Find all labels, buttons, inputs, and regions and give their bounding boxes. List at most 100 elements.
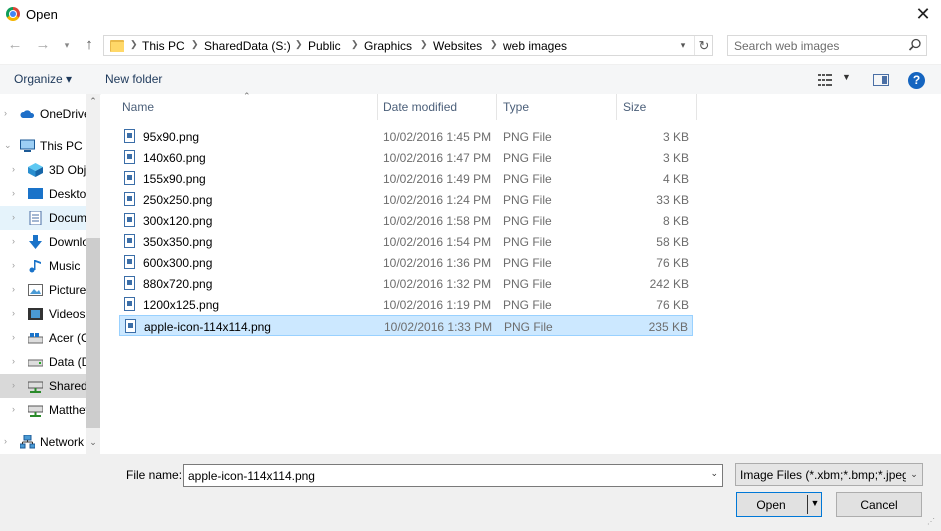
file-type: PNG File bbox=[503, 172, 552, 186]
address-bar[interactable]: ❯ This PC ❯ SharedData (S:) ❯ Public ❯ G… bbox=[103, 35, 713, 56]
breadcrumb-separator-icon[interactable]: ❯ bbox=[191, 39, 199, 50]
open-button[interactable]: Open ▼ bbox=[736, 492, 822, 517]
file-size: 33 KB bbox=[656, 193, 689, 207]
nav-item-acer-c[interactable]: › Acer (C:) bbox=[0, 326, 86, 350]
filter-chevron-icon[interactable]: ⌄ bbox=[906, 464, 922, 485]
expand-chevron-icon[interactable]: › bbox=[4, 108, 7, 118]
videos-icon bbox=[28, 308, 43, 320]
breadcrumb-websites[interactable]: Websites bbox=[433, 39, 482, 53]
resize-grip-icon[interactable]: ⋰ bbox=[927, 517, 939, 529]
computer-icon bbox=[20, 139, 35, 152]
nav-item-matthew[interactable]: › Matthew bbox=[0, 398, 86, 422]
nav-item-pictures[interactable]: › Pictures bbox=[0, 278, 86, 302]
nav-label: Matthew bbox=[49, 403, 86, 417]
breadcrumb-graphics[interactable]: Graphics bbox=[364, 39, 412, 53]
expand-chevron-icon[interactable]: › bbox=[12, 260, 15, 270]
scroll-up-chevron-icon[interactable]: ⌃ bbox=[86, 96, 100, 110]
expand-chevron-icon[interactable]: › bbox=[12, 380, 15, 390]
breadcrumb-shareddata[interactable]: SharedData (S:) bbox=[204, 39, 291, 53]
nav-item-shareddata-s[interactable]: › SharedData (S:) bbox=[0, 374, 86, 398]
change-view-icon[interactable] bbox=[818, 74, 832, 86]
close-button[interactable]: ✕ bbox=[905, 0, 941, 28]
expand-chevron-icon[interactable]: › bbox=[12, 284, 15, 294]
navigation-scrollbar-thumb[interactable] bbox=[86, 238, 100, 428]
nav-label: Network bbox=[40, 435, 85, 449]
nav-item-this-pc[interactable]: ⌄ This PC bbox=[0, 134, 86, 158]
nav-item-documents[interactable]: › Documents bbox=[0, 206, 86, 230]
search-box[interactable] bbox=[727, 35, 927, 56]
column-header-size[interactable]: Size bbox=[617, 94, 697, 120]
file-row[interactable]: 880x720.png 10/02/2016 1:32 PM PNG File … bbox=[119, 273, 693, 294]
collapse-chevron-icon[interactable]: ⌄ bbox=[4, 140, 12, 151]
file-row[interactable]: 140x60.png 10/02/2016 1:47 PM PNG File 3… bbox=[119, 147, 693, 168]
file-name-input[interactable] bbox=[188, 468, 698, 483]
nav-item-videos[interactable]: › Videos bbox=[0, 302, 86, 326]
breadcrumb-web-images[interactable]: web images bbox=[503, 39, 567, 53]
file-name-history-chevron-icon[interactable]: ⌄ bbox=[710, 468, 718, 479]
organize-button[interactable]: Organize ▾ bbox=[14, 72, 72, 86]
column-header-type[interactable]: Type bbox=[497, 94, 617, 120]
expand-chevron-icon[interactable]: › bbox=[12, 188, 15, 198]
file-row[interactable]: 350x350.png 10/02/2016 1:54 PM PNG File … bbox=[119, 231, 693, 252]
file-row-selected[interactable]: apple-icon-114x114.png 10/02/2016 1:33 P… bbox=[119, 315, 693, 336]
file-row[interactable]: 95x90.png 10/02/2016 1:45 PM PNG File 3 … bbox=[119, 126, 693, 147]
nav-item-data-d[interactable]: › Data (D:) bbox=[0, 350, 86, 374]
column-header-date-modified[interactable]: Date modified bbox=[377, 94, 497, 120]
recent-locations-chevron-icon[interactable]: ▾ bbox=[60, 36, 74, 54]
file-row[interactable]: 600x300.png 10/02/2016 1:36 PM PNG File … bbox=[119, 252, 693, 273]
breadcrumb-separator-icon[interactable]: ❯ bbox=[295, 39, 303, 50]
file-type-filter-select[interactable]: Image Files (*.xbm;*.bmp;*.jpeg ⌄ bbox=[735, 463, 923, 486]
file-type: PNG File bbox=[503, 277, 552, 291]
expand-chevron-icon[interactable]: › bbox=[12, 404, 15, 414]
nav-item-onedrive[interactable]: › OneDrive bbox=[0, 102, 86, 126]
nav-item-desktop[interactable]: › Desktop bbox=[0, 182, 86, 206]
search-input[interactable] bbox=[734, 38, 904, 53]
file-name-combobox[interactable]: ⌄ bbox=[183, 464, 723, 487]
expand-chevron-icon[interactable]: › bbox=[12, 356, 15, 366]
nav-label: Music bbox=[49, 259, 81, 273]
file-type: PNG File bbox=[503, 298, 552, 312]
refresh-icon[interactable]: ↻ bbox=[694, 36, 713, 55]
file-name: 600x300.png bbox=[143, 256, 213, 270]
expand-chevron-icon[interactable]: › bbox=[12, 164, 15, 174]
nav-item-music[interactable]: › Music bbox=[0, 254, 86, 278]
help-icon[interactable]: ? bbox=[908, 72, 925, 89]
file-row[interactable]: 300x120.png 10/02/2016 1:58 PM PNG File … bbox=[119, 210, 693, 231]
file-date: 10/02/2016 1:49 PM bbox=[383, 172, 492, 186]
file-date: 10/02/2016 1:47 PM bbox=[383, 151, 492, 165]
file-row[interactable]: 155x90.png 10/02/2016 1:49 PM PNG File 4… bbox=[119, 168, 693, 189]
file-row[interactable]: 250x250.png 10/02/2016 1:24 PM PNG File … bbox=[119, 189, 693, 210]
scroll-down-chevron-icon[interactable]: ⌄ bbox=[86, 437, 100, 451]
breadcrumb-separator-icon[interactable]: ❯ bbox=[130, 39, 138, 50]
expand-chevron-icon[interactable]: › bbox=[4, 436, 7, 446]
nav-label: SharedData (S:) bbox=[49, 379, 86, 393]
forward-arrow-icon[interactable]: → bbox=[34, 36, 52, 54]
view-options-chevron-icon[interactable]: ▼ bbox=[842, 72, 851, 82]
breadcrumb-separator-icon[interactable]: ❯ bbox=[420, 39, 428, 50]
breadcrumb-public[interactable]: Public bbox=[308, 39, 341, 53]
breadcrumb-separator-icon[interactable]: ❯ bbox=[490, 39, 498, 50]
file-row[interactable]: 1200x125.png 10/02/2016 1:19 PM PNG File… bbox=[119, 294, 693, 315]
file-date: 10/02/2016 1:58 PM bbox=[383, 214, 492, 228]
nav-item-3d-objects[interactable]: › 3D Objects bbox=[0, 158, 86, 182]
nav-item-downloads[interactable]: › Downloads bbox=[0, 230, 86, 254]
breadcrumb-separator-icon[interactable]: ❯ bbox=[351, 39, 359, 50]
png-file-icon bbox=[124, 255, 135, 269]
expand-chevron-icon[interactable]: › bbox=[12, 212, 15, 222]
search-icon[interactable] bbox=[908, 38, 922, 52]
nav-item-network[interactable]: › Network bbox=[0, 430, 86, 454]
expand-chevron-icon[interactable]: › bbox=[12, 308, 15, 318]
address-history-chevron-icon[interactable]: ▾ bbox=[676, 36, 690, 55]
open-options-chevron-icon[interactable]: ▼ bbox=[809, 498, 821, 508]
new-folder-button[interactable]: New folder bbox=[105, 72, 162, 86]
cancel-button[interactable]: Cancel bbox=[836, 492, 922, 517]
preview-pane-icon[interactable] bbox=[873, 74, 889, 86]
back-arrow-icon[interactable]: ← bbox=[6, 36, 24, 54]
file-size: 242 KB bbox=[649, 277, 689, 291]
file-size: 76 KB bbox=[656, 298, 689, 312]
file-size: 3 KB bbox=[662, 151, 689, 165]
up-arrow-icon[interactable]: ↑ bbox=[80, 36, 98, 54]
expand-chevron-icon[interactable]: › bbox=[12, 236, 15, 246]
expand-chevron-icon[interactable]: › bbox=[12, 332, 15, 342]
breadcrumb-this-pc[interactable]: This PC bbox=[142, 39, 185, 53]
